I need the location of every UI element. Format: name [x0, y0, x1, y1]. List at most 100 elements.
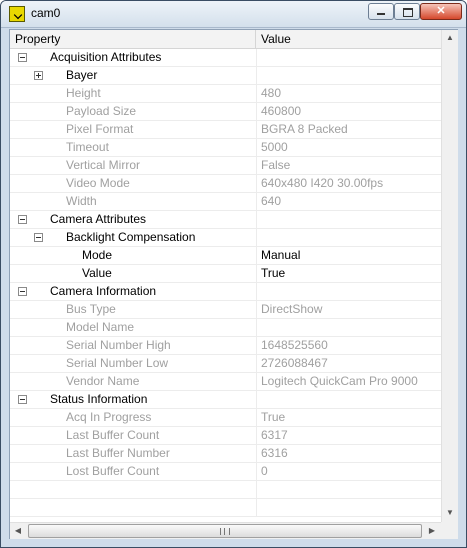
property-row[interactable]: Serial Number High 1648525560	[10, 337, 441, 355]
property-row[interactable]: Model Name	[10, 319, 441, 337]
minimize-button[interactable]	[368, 3, 394, 20]
collapse-icon[interactable]	[18, 215, 27, 224]
collapse-icon[interactable]	[18, 53, 27, 62]
property-row[interactable]: Status Information	[10, 391, 441, 409]
property-row[interactable]: Pixel Format BGRA 8 Packed	[10, 121, 441, 139]
property-row[interactable]: Acq In Progress True	[10, 409, 441, 427]
property-row[interactable]: Timeout 5000	[10, 139, 441, 157]
column-divider	[256, 481, 257, 499]
column-divider	[256, 121, 257, 139]
property-row[interactable]: Video Mode 640x480 I420 30.00fps	[10, 175, 441, 193]
property-row[interactable]: Last Buffer Count 6317	[10, 427, 441, 445]
property-row[interactable]: Acquisition Attributes	[10, 49, 441, 67]
expand-icon[interactable]	[34, 71, 43, 80]
scrollbar-corner	[441, 522, 458, 539]
column-divider	[256, 355, 257, 373]
scroll-down-icon[interactable]: ▼	[442, 505, 458, 521]
property-row[interactable]: Vendor Name Logitech QuickCam Pro 9000	[10, 373, 441, 391]
property-row[interactable]: Serial Number Low 2726088467	[10, 355, 441, 373]
property-label: Video Mode	[66, 176, 130, 190]
scroll-left-icon[interactable]: ◀	[10, 523, 26, 539]
property-label: Lost Buffer Count	[66, 464, 160, 478]
close-button[interactable]: ✕	[420, 3, 462, 20]
property-label: Acq In Progress	[66, 410, 152, 424]
column-divider	[256, 499, 257, 517]
property-row[interactable]	[10, 499, 441, 517]
property-label: Timeout	[66, 140, 109, 154]
property-value: 460800	[261, 104, 302, 118]
property-row[interactable]: Lost Buffer Count 0	[10, 463, 441, 481]
property-value: 480	[261, 86, 282, 100]
scroll-right-icon[interactable]: ▶	[424, 523, 440, 539]
column-divider	[256, 175, 257, 193]
property-label: Serial Number High	[66, 338, 171, 352]
property-row[interactable]: Bayer	[10, 67, 441, 85]
property-label: Last Buffer Number	[66, 446, 170, 460]
column-divider	[256, 301, 257, 319]
column-divider	[256, 229, 257, 247]
property-row[interactable]: Vertical Mirror False	[10, 157, 441, 175]
column-divider	[256, 49, 257, 67]
horizontal-scrollbar[interactable]: ◀ ▶	[10, 522, 441, 539]
property-label: Height	[66, 86, 101, 100]
property-row[interactable]: Width 640	[10, 193, 441, 211]
minimize-icon	[377, 13, 385, 15]
collapse-icon[interactable]	[18, 287, 27, 296]
grid-rows: Acquisition Attributes Bayer Height 480 Payl…	[10, 49, 441, 517]
title-bar[interactable]: cam0 ✕	[1, 1, 466, 28]
property-row[interactable]: Height 480	[10, 85, 441, 103]
column-divider	[256, 211, 257, 229]
maximize-icon	[403, 8, 413, 17]
column-divider	[256, 373, 257, 391]
property-value[interactable]: True	[261, 265, 285, 283]
column-header-value[interactable]: Value	[256, 30, 441, 48]
property-row[interactable]: Bus Type DirectShow	[10, 301, 441, 319]
column-divider	[256, 463, 257, 481]
property-label: Serial Number Low	[66, 356, 169, 370]
property-label: Backlight Compensation	[66, 230, 196, 244]
vertical-scrollbar[interactable]: ▲ ▼	[441, 30, 458, 522]
property-label: Acquisition Attributes	[50, 50, 162, 64]
property-label: Bus Type	[66, 302, 116, 316]
maximize-button[interactable]	[394, 3, 420, 20]
property-label: Value	[82, 266, 112, 280]
property-row[interactable]	[10, 481, 441, 499]
column-divider	[256, 247, 257, 265]
property-grid-panel: Property Value Acquisition Attributes Bay…	[9, 29, 458, 539]
property-row[interactable]: Value True	[10, 265, 441, 283]
property-grid: Property Value Acquisition Attributes Bay…	[10, 30, 441, 522]
column-divider	[256, 85, 257, 103]
property-row[interactable]: Backlight Compensation	[10, 229, 441, 247]
property-value: Logitech QuickCam Pro 9000	[261, 374, 418, 388]
column-divider	[256, 193, 257, 211]
collapse-icon[interactable]	[34, 233, 43, 242]
property-value[interactable]: Manual	[261, 247, 300, 265]
property-value: DirectShow	[261, 302, 323, 316]
property-row[interactable]: Last Buffer Number 6316	[10, 445, 441, 463]
column-divider	[256, 337, 257, 355]
property-label: Vertical Mirror	[66, 158, 141, 172]
column-divider	[256, 283, 257, 301]
column-divider	[256, 103, 257, 121]
property-browser-window: cam0 ✕ Property Value Acquisition Attrib…	[0, 0, 467, 548]
column-divider	[256, 139, 257, 157]
property-value: 1648525560	[261, 338, 328, 352]
property-row[interactable]: Camera Attributes	[10, 211, 441, 229]
horizontal-scroll-thumb[interactable]	[28, 524, 422, 538]
property-label: Width	[66, 194, 97, 208]
property-value: True	[261, 410, 286, 424]
property-label: Mode	[82, 248, 113, 262]
property-row[interactable]: Camera Information	[10, 283, 441, 301]
column-divider	[256, 445, 257, 463]
scroll-up-icon[interactable]: ▲	[442, 30, 458, 46]
property-value: 6316	[261, 446, 288, 460]
property-value: 2726088467	[261, 356, 328, 370]
property-row[interactable]: Mode Manual	[10, 247, 441, 265]
grid-header: Property Value	[10, 30, 441, 49]
column-header-property[interactable]: Property	[10, 30, 256, 48]
collapse-icon[interactable]	[18, 395, 27, 404]
property-value: 6317	[261, 428, 288, 442]
property-row[interactable]: Payload Size 460800	[10, 103, 441, 121]
close-icon: ✕	[436, 5, 446, 17]
property-label: Status Information	[50, 392, 148, 406]
